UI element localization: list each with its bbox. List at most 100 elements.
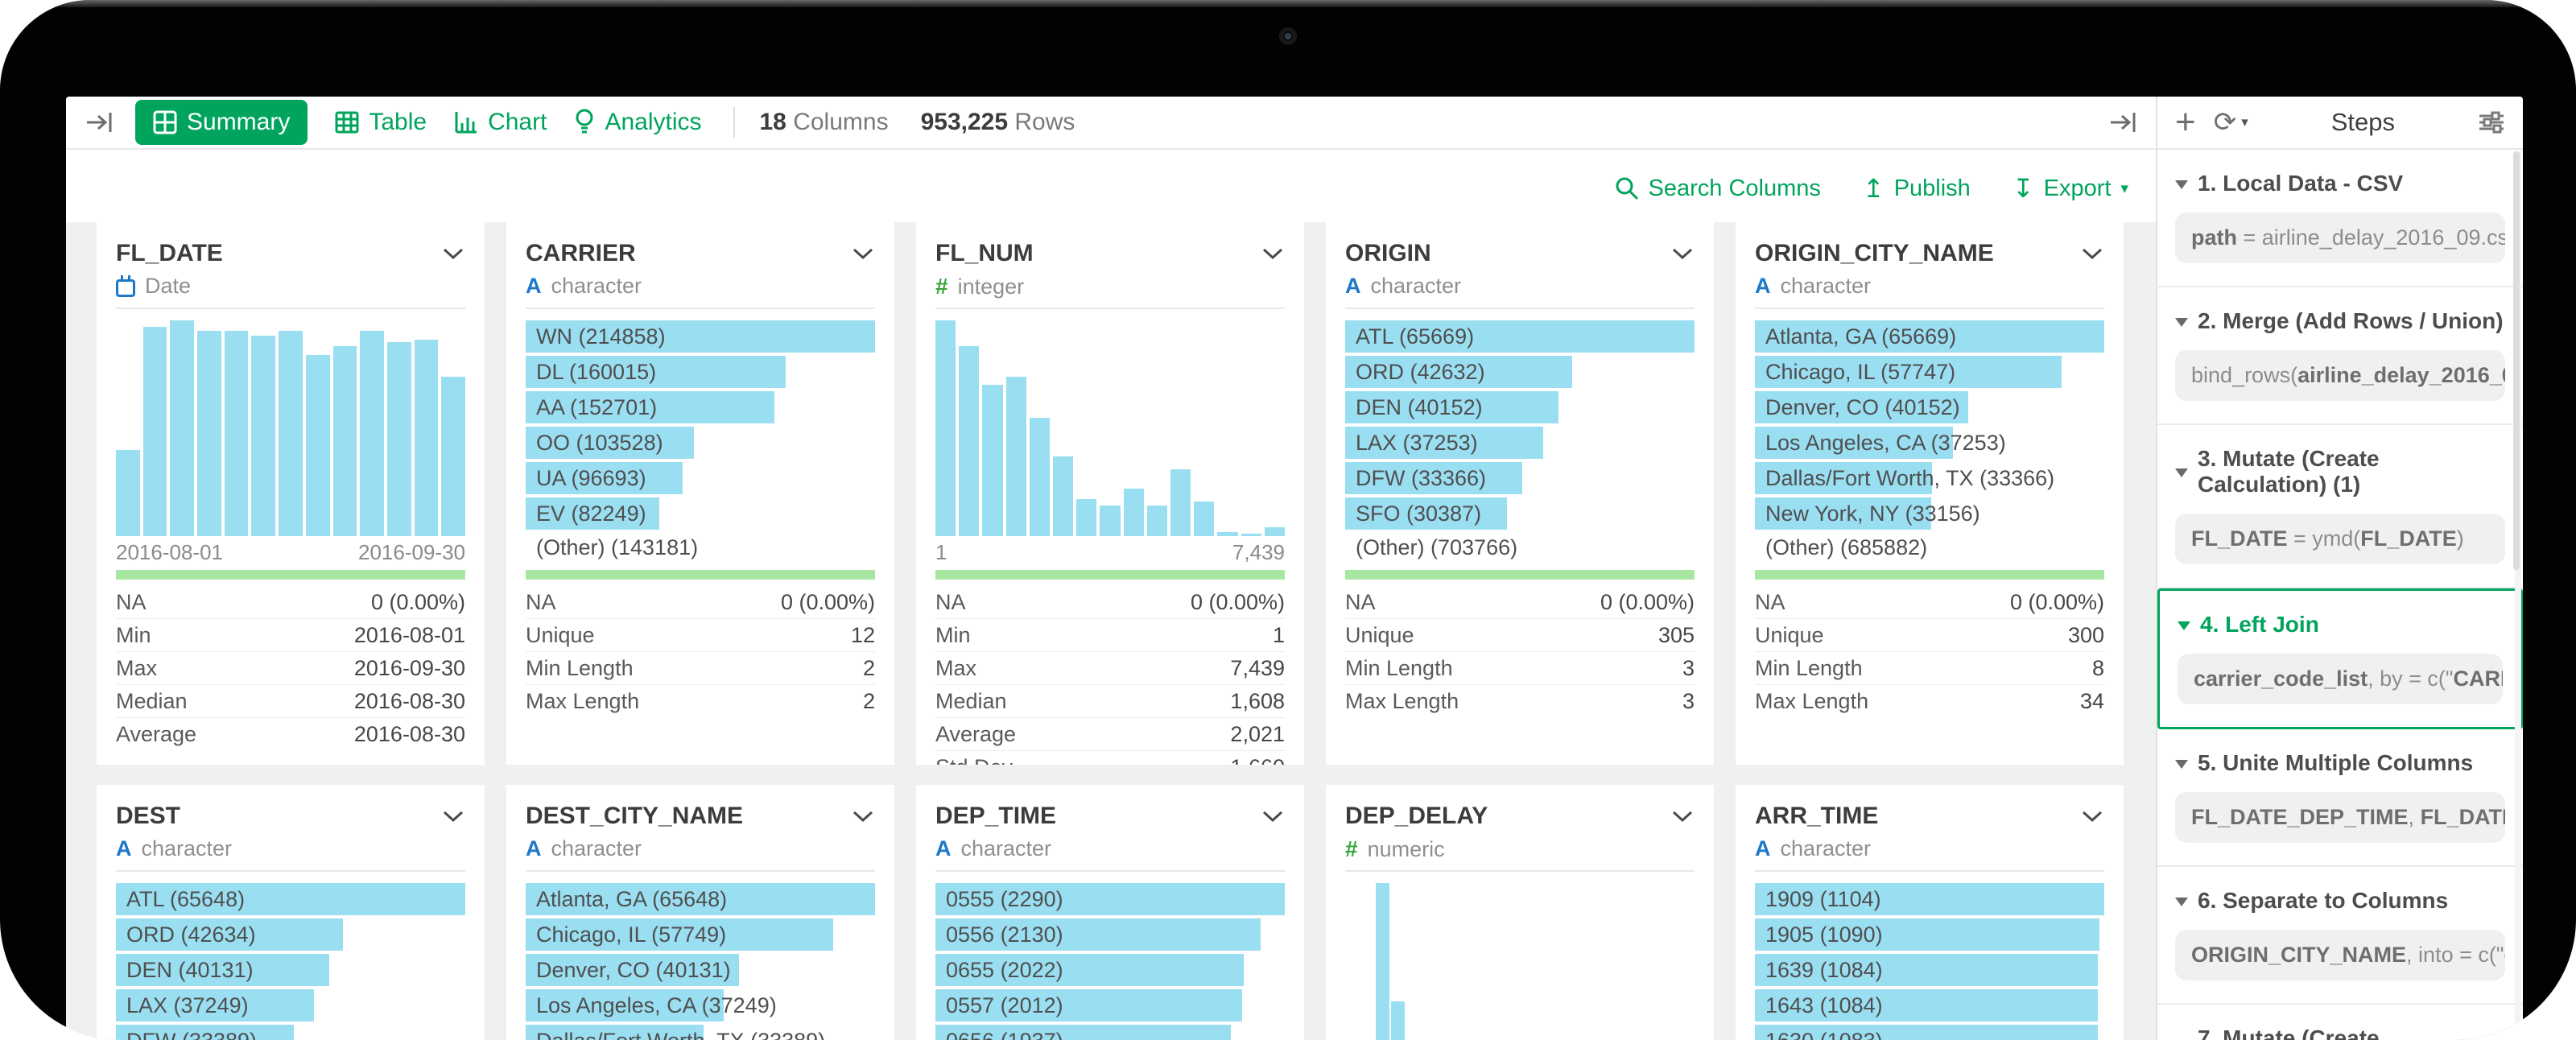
step-expression-chip[interactable]: bind_rows(airline_delay_2016_08) bbox=[2175, 350, 2505, 401]
tab-chart[interactable]: Chart bbox=[454, 109, 547, 136]
category-bar-label: 0557 (2012) bbox=[935, 989, 1285, 1021]
step-collapse-triangle-icon bbox=[2175, 760, 2188, 769]
step-title[interactable]: 5. Unite Multiple Columns bbox=[2175, 750, 2505, 776]
valid-values-bar bbox=[526, 570, 875, 580]
histogram-bar bbox=[1391, 1001, 1405, 1040]
category-bar-label: 0656 (1937) bbox=[935, 1025, 1285, 1040]
category-bar-label: Chicago, IL (57747) bbox=[1755, 356, 2104, 388]
histogram-bar bbox=[1030, 418, 1050, 536]
stat-row: Max Length3 bbox=[1345, 685, 1695, 718]
stat-label: Min bbox=[116, 623, 151, 648]
category-bar-label: ATL (65648) bbox=[116, 883, 465, 915]
step-title[interactable]: 7. Mutate (Create Calculation) (5) bbox=[2175, 1026, 2505, 1040]
steps-scrollbar[interactable] bbox=[2515, 151, 2521, 1038]
step-item-5[interactable]: 5. Unite Multiple Columns FL_DATE_DEP_TIM… bbox=[2157, 729, 2523, 867]
histogram-bar bbox=[415, 340, 439, 536]
category-other-label: (Other) (703766) bbox=[1345, 533, 1695, 562]
histogram-bar bbox=[1006, 377, 1026, 536]
step-title[interactable]: 3. Mutate (Create Calculation) (1) bbox=[2175, 446, 2505, 497]
stat-label: NA bbox=[935, 590, 966, 615]
step-item-1[interactable]: 1. Local Data - CSV path = airline_delay_… bbox=[2157, 150, 2523, 287]
category-bar: Atlanta, GA (65648) bbox=[526, 883, 875, 915]
stat-row: Min Length3 bbox=[1345, 652, 1695, 685]
stat-label: NA bbox=[1345, 590, 1376, 615]
stat-label: Median bbox=[935, 689, 1007, 714]
stat-value: 2 bbox=[863, 689, 875, 714]
publish-button[interactable]: ↥ Publish bbox=[1863, 175, 1971, 202]
step-expression-chip[interactable]: FL_DATE_DEP_TIME, FL_DATE, D… bbox=[2175, 792, 2505, 843]
chevron-down-icon[interactable] bbox=[1672, 248, 1693, 260]
chevron-down-icon[interactable] bbox=[2082, 811, 2103, 823]
column-card-FL_DATE: FL_DATEDate2016-08-012016-09-30NA0 (0.00… bbox=[97, 222, 485, 765]
category-bar: Chicago, IL (57747) bbox=[1755, 356, 2104, 388]
histogram-bar bbox=[1265, 527, 1285, 536]
category-bar-label: LAX (37249) bbox=[116, 989, 465, 1021]
column-stats: NA0 (0.00%)Unique12Min Length2Max Length… bbox=[526, 586, 875, 718]
tab-analytics[interactable]: Analytics bbox=[574, 109, 701, 136]
histogram-bar bbox=[1376, 883, 1389, 1040]
step-expression-chip[interactable]: path = airline_delay_2016_09.csv, t… bbox=[2175, 213, 2505, 263]
category-bar: New York, NY (33156) bbox=[1755, 497, 2104, 530]
category-bar-label: Dallas/Fort Worth, TX (33366) bbox=[1755, 462, 2104, 494]
step-title-text: 5. Unite Multiple Columns bbox=[2198, 750, 2473, 776]
step-expression-chip[interactable]: carrier_code_list, by = c("CARRIE… bbox=[2178, 654, 2503, 704]
step-item-7[interactable]: 7. Mutate (Create Calculation) (5)FL_DAT… bbox=[2157, 1005, 2523, 1040]
category-bar: Dallas/Fort Worth, TX (33389) bbox=[526, 1025, 875, 1040]
category-bar: 1630 (1083) bbox=[1755, 1025, 2104, 1040]
step-item-6[interactable]: 6. Separate to Columns ORIGIN_CITY_NAME, … bbox=[2157, 867, 2523, 1005]
stat-row: Min 1 bbox=[935, 619, 1285, 652]
character-type-icon: A bbox=[1345, 274, 1361, 299]
tab-summary[interactable]: Summary bbox=[135, 100, 308, 145]
search-columns-button[interactable]: Search Columns bbox=[1615, 175, 1821, 202]
stat-row: Unique305 bbox=[1345, 619, 1695, 652]
stat-label: Average bbox=[935, 722, 1016, 747]
export-button[interactable]: ↧ Export ▾ bbox=[2013, 175, 2128, 202]
axis-max-label: 7,439 bbox=[1232, 540, 1285, 562]
step-title[interactable]: 6. Separate to Columns bbox=[2175, 888, 2505, 914]
add-step-button[interactable]: + bbox=[2175, 105, 2196, 140]
column-card-header: DESTAcharacter bbox=[116, 785, 465, 872]
chevron-down-icon[interactable] bbox=[2082, 248, 2103, 260]
category-bar: Los Angeles, CA (37249) bbox=[526, 989, 875, 1021]
step-expression-chip[interactable]: FL_DATE = ymd(FL_DATE) bbox=[2175, 514, 2505, 564]
step-title[interactable]: 2. Merge (Add Rows / Union) bbox=[2175, 308, 2505, 334]
column-type-label: character bbox=[1781, 836, 1872, 861]
stat-label: Min Length bbox=[1345, 656, 1453, 681]
category-bar: AA (152701) bbox=[526, 391, 875, 423]
stat-value: 1 bbox=[1273, 623, 1285, 648]
collapse-left-panel-icon[interactable] bbox=[85, 109, 114, 135]
step-expression-chip[interactable]: ORIGIN_CITY_NAME, into = c("cit… bbox=[2175, 930, 2505, 980]
step-title-text: 2. Merge (Add Rows / Union) bbox=[2198, 308, 2504, 334]
step-item-2[interactable]: 2. Merge (Add Rows / Union) bind_rows(air… bbox=[2157, 287, 2523, 425]
category-bar-label: Atlanta, GA (65669) bbox=[1755, 320, 2104, 353]
refresh-dropdown-button[interactable]: ⟳ ▾ bbox=[2214, 109, 2248, 136]
tab-table[interactable]: Table bbox=[335, 109, 427, 136]
chevron-down-icon[interactable] bbox=[852, 248, 873, 260]
histogram-bar bbox=[225, 331, 249, 536]
category-bar: ORD (42634) bbox=[116, 918, 465, 951]
chevron-down-icon[interactable] bbox=[852, 811, 873, 823]
step-title[interactable]: 4. Left Join bbox=[2178, 612, 2503, 638]
histogram-bar bbox=[306, 355, 330, 536]
chevron-down-icon[interactable] bbox=[443, 248, 464, 260]
app-screen: Summary Table Chart bbox=[66, 97, 2523, 1040]
collapse-right-panel-icon[interactable] bbox=[2109, 109, 2138, 135]
stat-value: 2016-08-01 bbox=[354, 623, 465, 648]
category-bar-label: DL (160015) bbox=[526, 356, 875, 388]
column-type: #integer bbox=[935, 274, 1285, 299]
histogram-bar bbox=[279, 331, 303, 536]
step-item-4[interactable]: 4. Left Join carrier_code_list, by = c("C… bbox=[2157, 588, 2523, 729]
chevron-down-icon[interactable] bbox=[1672, 811, 1693, 823]
stat-row: NA0 (0.00%) bbox=[935, 586, 1285, 619]
chevron-down-icon[interactable] bbox=[443, 811, 464, 823]
steps-settings-icon[interactable] bbox=[2478, 110, 2505, 134]
chevron-down-icon[interactable] bbox=[1262, 248, 1283, 260]
step-item-3[interactable]: 3. Mutate (Create Calculation) (1) FL_DAT… bbox=[2157, 425, 2523, 588]
cards-row-1: FL_DATEDate2016-08-012016-09-30NA0 (0.00… bbox=[97, 222, 2156, 765]
stat-label: Min bbox=[935, 623, 971, 648]
stat-label: Unique bbox=[1755, 623, 1824, 648]
column-chart: 17,439 bbox=[935, 320, 1285, 562]
step-title[interactable]: 1. Local Data - CSV bbox=[2175, 171, 2505, 196]
chevron-down-icon[interactable] bbox=[1262, 811, 1283, 823]
category-bar-label: Los Angeles, CA (37253) bbox=[1755, 427, 2104, 459]
